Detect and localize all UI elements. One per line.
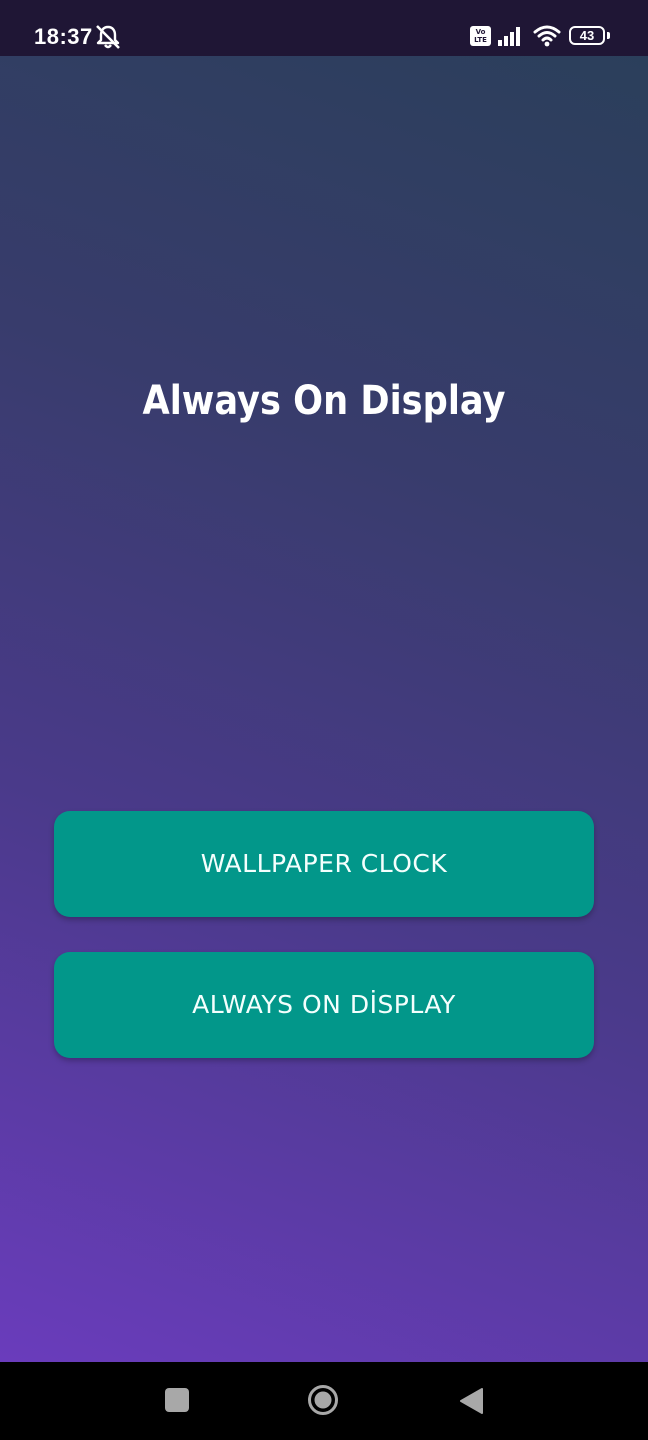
home-icon[interactable] bbox=[307, 1384, 339, 1416]
main-screen: Always On Display WALLPAPER CLOCK ALWAYS… bbox=[0, 56, 648, 1362]
wallpaper-clock-button[interactable]: WALLPAPER CLOCK bbox=[54, 811, 594, 917]
battery-tip bbox=[607, 32, 610, 39]
page-title: Always On Display bbox=[142, 378, 506, 424]
status-bar: 18:37 Vo LTE 43 bbox=[0, 0, 648, 56]
volte-label: Vo LTE bbox=[474, 28, 487, 44]
status-time: 18:37 bbox=[34, 24, 93, 49]
volte-icon: Vo LTE bbox=[470, 26, 491, 46]
recents-icon[interactable] bbox=[165, 1388, 189, 1412]
back-icon[interactable] bbox=[458, 1387, 484, 1415]
battery-level: 43 bbox=[579, 28, 595, 43]
battery-icon: 43 bbox=[569, 26, 605, 45]
signal-icon bbox=[498, 27, 520, 46]
wifi-icon bbox=[533, 25, 561, 47]
always-on-display-button[interactable]: ALWAYS ON DİSPLAY bbox=[54, 952, 594, 1058]
navigation-bar bbox=[0, 1362, 648, 1440]
bell-off-icon bbox=[96, 25, 120, 49]
